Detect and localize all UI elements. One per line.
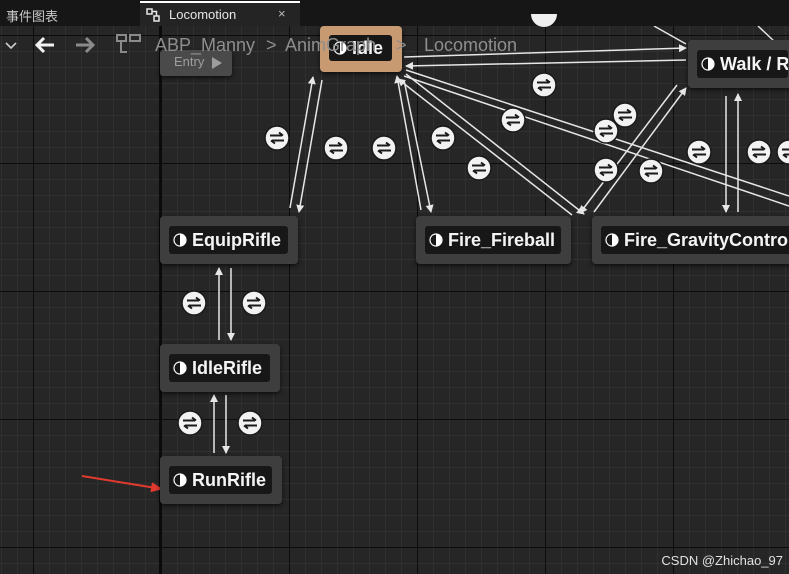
transition-rule-icon[interactable] [237,410,263,436]
tab-label: Locomotion [169,7,237,22]
top-edge-transition-icon [531,14,557,27]
graph-toolbar: ABP_Manny > AnimGraph > Locomotion [0,30,789,62]
state-label: Fire_Fireball [448,229,556,250]
state-icon [173,361,187,375]
state-node-fire-gravitycontrol[interactable]: Fire_GravityControl [592,216,789,264]
transition-rule-icon[interactable] [593,118,619,144]
transition-rule-icon[interactable] [466,155,492,181]
state-node-idlerifle[interactable]: IdleRifle [160,344,280,392]
edge-gravity-to-walk [593,87,687,213]
tab-event-graph[interactable]: 事件图表 [6,6,58,25]
state-label: RunRifle [192,469,266,490]
state-icon [173,473,187,487]
transition-rule-icon[interactable] [593,157,619,183]
transition-rule-icon[interactable] [746,139,772,165]
back-arrow-icon[interactable] [34,36,56,54]
state-label: EquipRifle [192,229,281,250]
tab-bar: 事件图表 Locomotion × [0,0,789,27]
state-icon [173,233,187,247]
edge-idle-to-equip [296,79,323,213]
transition-rule-icon[interactable] [371,135,397,161]
hierarchy-icon[interactable] [116,34,142,56]
transition-rule-icon[interactable] [323,135,349,161]
state-machine-icon [146,8,160,22]
watermark: CSDN @Zhichao_97 [661,553,783,568]
state-node-runrifle[interactable]: RunRifle [160,456,282,504]
breadcrumb-separator: > [396,35,407,55]
state-icon [605,233,619,247]
transition-rule-icon[interactable] [264,125,290,151]
state-node-fire-fireball[interactable]: Fire_Fireball [416,216,571,264]
annotation-arrow [81,475,163,493]
transition-rule-icon[interactable] [686,139,712,165]
state-node-equiprifle[interactable]: EquipRifle [160,216,298,264]
state-label: Fire_GravityControl [624,229,789,250]
close-icon[interactable]: × [278,6,286,21]
tab-locomotion[interactable]: Locomotion × [140,1,300,26]
transition-edges [81,25,789,493]
breadcrumb-locomotion[interactable]: Locomotion [424,35,517,56]
edge-gravity-to-idle [397,78,573,216]
transition-rule-icon[interactable] [181,290,207,316]
forward-arrow-icon[interactable] [74,36,96,54]
transition-rule-icon[interactable] [177,410,203,436]
chevron-down-icon[interactable] [5,41,17,51]
state-icon [429,233,443,247]
transition-rule-icon[interactable] [531,72,557,98]
transition-rule-icon[interactable] [241,290,267,316]
transition-rule-icon[interactable] [638,158,664,184]
transition-rule-icon[interactable] [500,107,526,133]
breadcrumb-abp-manny[interactable]: ABP_Manny [155,35,255,56]
transition-rule-icon[interactable] [430,125,456,151]
transition-rule-icon[interactable] [776,139,789,165]
breadcrumb-animgraph[interactable]: AnimGraph [285,35,376,56]
state-label: IdleRifle [192,357,263,378]
breadcrumb-separator: > [266,35,277,55]
edge-equip-to-idle [289,76,316,209]
